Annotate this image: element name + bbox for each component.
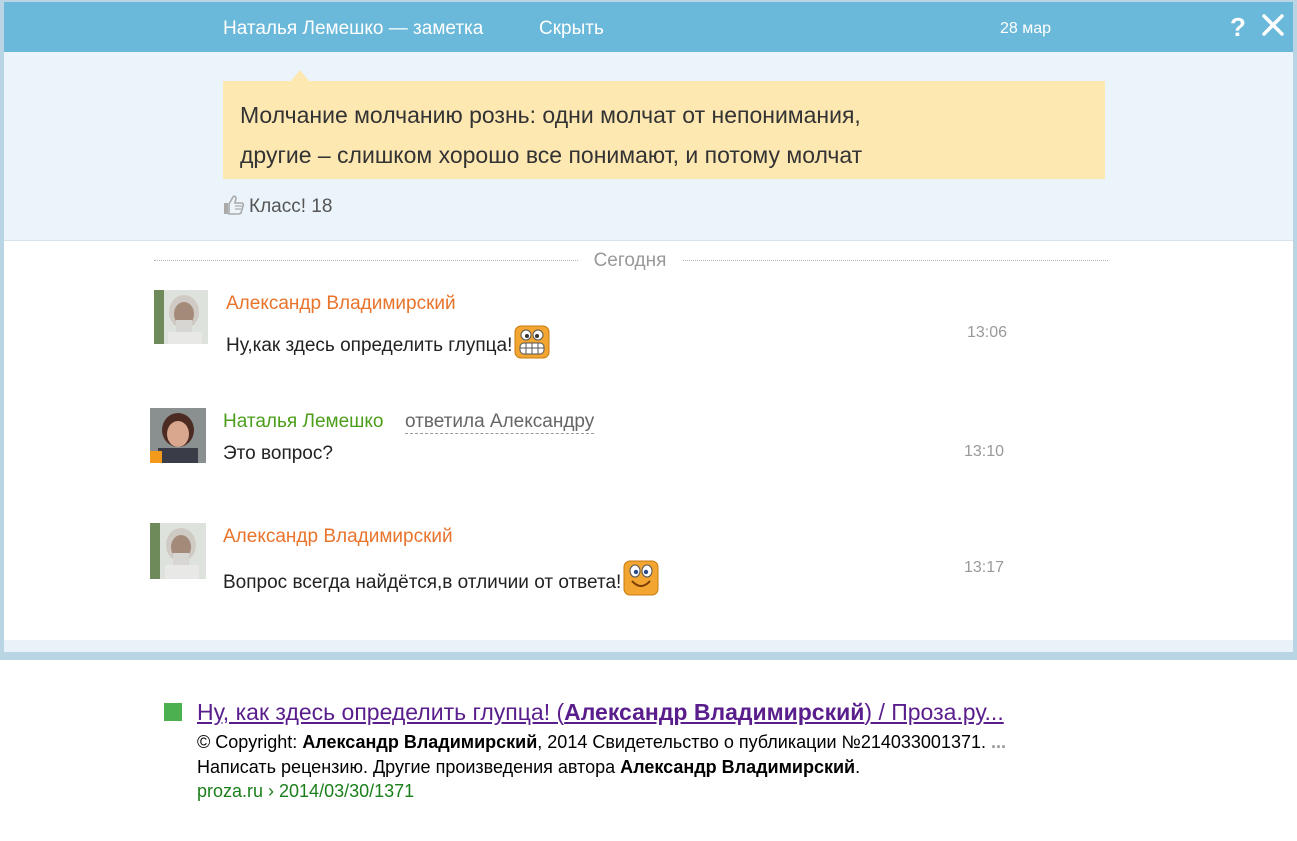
klass-count: 18	[311, 196, 333, 217]
search-result-title-link[interactable]: Ну, как здесь определить глупца! (Алекса…	[197, 699, 1004, 726]
modal-content: Наталья Лемешко — заметка Скрыть 28 мар …	[4, 2, 1293, 652]
klass-button[interactable]: Класс! 18	[223, 195, 332, 219]
grin-smiley-icon	[514, 325, 550, 365]
hide-button[interactable]: Скрыть	[539, 18, 604, 40]
comment-time: 13:10	[964, 443, 1005, 460]
comment-item: Наталья Лемешко ответила Александру Это …	[4, 405, 1293, 505]
snippet-1a: © Copyright:	[197, 732, 303, 752]
comment-text-content: Ну,как здесь определить глупца!	[226, 335, 513, 356]
help-button[interactable]: ?	[1230, 12, 1246, 43]
comment-author[interactable]: Наталья Лемешко	[223, 411, 383, 433]
avatar[interactable]	[154, 290, 208, 344]
comment-time: 13:17	[964, 559, 1005, 576]
comment-text: Ну,как здесь определить глупца!	[226, 325, 550, 365]
comment-text: Это вопрос?	[223, 443, 333, 464]
reply-to-link[interactable]: ответила Александру	[405, 411, 595, 434]
comment-author[interactable]: Александр Владимирский	[223, 526, 453, 548]
comment-time: 13:06	[967, 324, 1008, 341]
note-area: Молчание молчанию рознь: одни молчат от …	[4, 52, 1293, 241]
result-favicon-icon	[164, 703, 182, 721]
modal-titlebar: Наталья Лемешко — заметка Скрыть 28 мар …	[4, 2, 1293, 52]
online-status-icon	[150, 451, 162, 463]
modal-title: Наталья Лемешко — заметка	[223, 18, 484, 39]
note-line-1: Молчание молчанию рознь: одни молчат от …	[240, 102, 861, 128]
avatar[interactable]	[150, 523, 206, 579]
comment-item: Александр Владимирский Вопрос всегда най…	[4, 520, 1293, 620]
result-snippet-line-2: Написать рецензию. Другие произведения а…	[197, 757, 860, 778]
snippet-1b: , 2014 Свидетельство о публикации №21403…	[537, 732, 991, 752]
result-title-bold: Александр Владимирский	[564, 699, 865, 725]
comment-item: Александр Владимирский Ну,как здесь опре…	[4, 287, 1293, 387]
note-modal: Наталья Лемешко — заметка Скрыть 28 мар …	[0, 0, 1297, 660]
date-divider-label: Сегодня	[578, 250, 682, 272]
result-snippet-line-1: © Copyright: Александр Владимирский, 201…	[197, 732, 1006, 753]
snippet-2a: Написать рецензию. Другие произведения а…	[197, 757, 621, 777]
avatar[interactable]	[150, 408, 206, 463]
snippet-2b: .	[855, 757, 861, 777]
note-line-2: другие – слишком хорошо все понимают, и …	[240, 142, 863, 168]
note-date: 28 мар	[1000, 20, 1052, 37]
snippet-2-bold: Александр Владимирский	[620, 757, 856, 777]
klass-label: Класс!	[249, 196, 306, 217]
snippet-1-bold: Александр Владимирский	[302, 732, 538, 752]
snippet-ellipsis: ...	[991, 732, 1007, 752]
comment-text: Вопрос всегда найдётся,в отличии от отве…	[223, 560, 659, 602]
close-icon[interactable]	[1260, 10, 1286, 40]
result-title-part1: Ну, как здесь определить глупца! (	[197, 699, 565, 725]
note-text: Молчание молчанию рознь: одни молчат от …	[223, 81, 1105, 179]
modal-bottom-strip	[4, 640, 1293, 652]
result-title-part2: ) / Проза.ру...	[864, 699, 1004, 725]
comment-author[interactable]: Александр Владимирский	[226, 293, 456, 315]
comment-text-content: Вопрос всегда найдётся,в отличии от отве…	[223, 572, 622, 593]
thumbs-up-icon	[224, 195, 245, 215]
smile-smiley-icon	[623, 560, 659, 602]
result-url-link[interactable]: proza.ru › 2014/03/30/1371	[197, 781, 414, 802]
